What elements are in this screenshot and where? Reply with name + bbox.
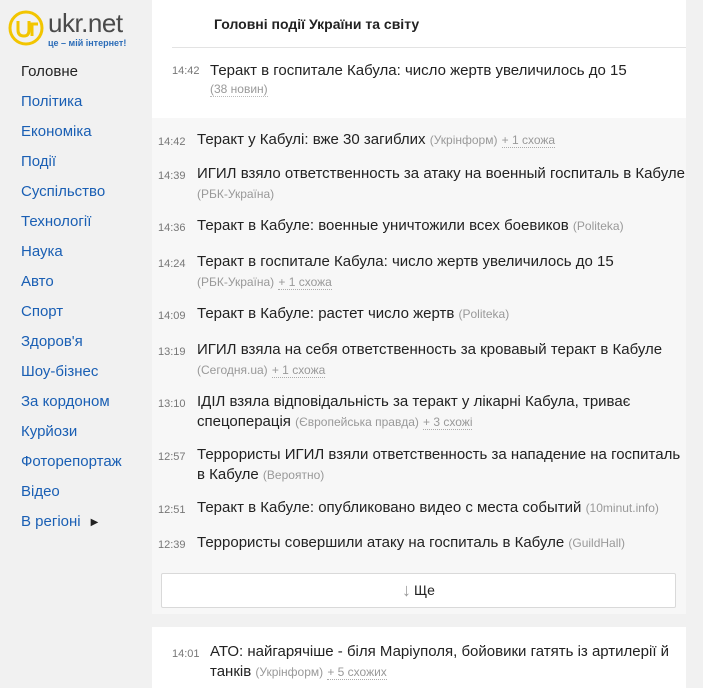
sidebar-item-curiosities[interactable]: Курйози — [21, 422, 122, 452]
news-source: (РБК-Україна) — [197, 275, 275, 289]
news-source: (РБК-Україна) — [197, 187, 275, 201]
sidebar-item-technology[interactable]: Технології — [21, 212, 122, 242]
news-source: (Сегодня.ua) — [197, 363, 268, 377]
news-title-link[interactable]: Теракт у Кабулі: вже 30 загиблих — [197, 131, 426, 148]
logo-name: ukr.net — [48, 8, 123, 38]
sidebar-item-society[interactable]: Суспільство — [21, 182, 122, 212]
news-time: 14:01 — [172, 648, 200, 660]
sidebar-item-auto[interactable]: Авто — [21, 272, 122, 302]
news-title-link[interactable]: Террористы совершили атаку на госпиталь … — [197, 534, 564, 551]
news-time: 14:24 — [158, 258, 186, 270]
news-source: (10minut.info) — [585, 501, 659, 515]
news-title-link[interactable]: ИГИЛ взяла на себя ответственность за кр… — [197, 341, 662, 358]
sidebar-item-region[interactable]: В регіоні ▶ — [21, 512, 122, 542]
news-title-link[interactable]: Теракт в Кабуле: опубликовано видео с ме… — [197, 499, 581, 516]
news-source: (Вероятно) — [262, 468, 325, 482]
news-title-link[interactable]: Теракт в Кабуле: растет число жертв — [197, 305, 454, 322]
sidebar-item-abroad[interactable]: За кордоном — [21, 392, 122, 422]
sidebar-item-showbiz[interactable]: Шоу-бізнес — [21, 362, 122, 392]
section-title: Головні події України та світу — [214, 16, 420, 32]
news-source: (Укрінформ) — [255, 665, 324, 679]
news-time: 14:09 — [158, 310, 186, 322]
sidebar-item-region-label: В регіоні — [21, 513, 81, 530]
sidebar-item-photo[interactable]: Фоторепортаж — [21, 452, 122, 482]
news-time: 12:39 — [158, 539, 186, 551]
lead-news-count-link[interactable]: (38 новин) — [210, 82, 268, 97]
news-list: 14:42 Теракт у Кабулі: вже 30 загиблих (… — [152, 118, 686, 614]
sidebar-item-events[interactable]: Події — [21, 152, 122, 182]
news-title-link[interactable]: ИГИЛ взяло ответственность за атаку на в… — [197, 165, 685, 182]
ukrnet-logo-icon — [8, 10, 44, 46]
sidebar-item-politics[interactable]: Політика — [21, 92, 122, 122]
similar-link[interactable]: + 5 схожих — [327, 665, 387, 680]
triangle-right-icon: ▶ — [90, 517, 99, 528]
lead-card: Головні події України та світу 14:42 Тера… — [152, 0, 686, 118]
sidebar-item-video[interactable]: Відео — [21, 482, 122, 512]
news-source: (Європейська правда) — [295, 415, 419, 429]
similar-link[interactable]: + 1 схожа — [501, 133, 556, 148]
lead-story: 14:42 Теракт в госпитале Кабула: число же… — [172, 62, 627, 97]
ukrnet-logo[interactable]: ukr.net це – мій інтернет! — [8, 8, 143, 50]
right-gutter — [686, 0, 703, 688]
next-lead-card: 14:01 АТО: найгарячіше - біля Маріуполя,… — [152, 627, 686, 688]
similar-link[interactable]: + 3 схожі — [423, 415, 473, 430]
news-title-link[interactable]: Теракт в Кабуле: военные уничтожили всех… — [197, 217, 569, 234]
sidebar-item-sport[interactable]: Спорт — [21, 302, 122, 332]
news-time: 13:10 — [158, 398, 186, 410]
news-source: (Politeka) — [458, 307, 510, 321]
news-source: (Укрінформ) — [429, 133, 498, 147]
more-button[interactable]: ↓ Ще — [161, 573, 676, 608]
logo-tagline: це – мій інтернет! — [48, 38, 127, 48]
lead-time: 14:42 — [172, 65, 200, 77]
divider — [172, 47, 686, 48]
lead-title-link[interactable]: Теракт в госпитале Кабула: число жертв у… — [210, 62, 627, 79]
sidebar: ukr.net це – мій інтернет! Головне Політ… — [0, 0, 150, 688]
news-time: 13:19 — [158, 346, 186, 358]
sidebar-nav: Головне Політика Економіка Події Суспіль… — [21, 62, 122, 542]
sidebar-item-main[interactable]: Головне — [21, 62, 122, 92]
news-time: 12:51 — [158, 504, 186, 516]
news-time: 12:57 — [158, 451, 186, 463]
news-time: 14:42 — [158, 136, 186, 148]
similar-link[interactable]: + 1 схожа — [278, 275, 332, 290]
news-title-link[interactable]: Теракт в госпитале Кабула: число жертв у… — [197, 253, 614, 270]
news-time: 14:36 — [158, 222, 186, 234]
sidebar-item-economics[interactable]: Економіка — [21, 122, 122, 152]
arrow-down-icon: ↓ — [402, 580, 412, 600]
news-source: (Politeka) — [572, 219, 624, 233]
more-button-label: Ще — [414, 582, 435, 598]
sidebar-item-health[interactable]: Здоров'я — [21, 332, 122, 362]
similar-link[interactable]: + 1 схожа — [271, 363, 326, 378]
sidebar-item-science[interactable]: Наука — [21, 242, 122, 272]
news-time: 14:39 — [158, 170, 186, 182]
news-source: (GuildHall) — [568, 536, 626, 550]
